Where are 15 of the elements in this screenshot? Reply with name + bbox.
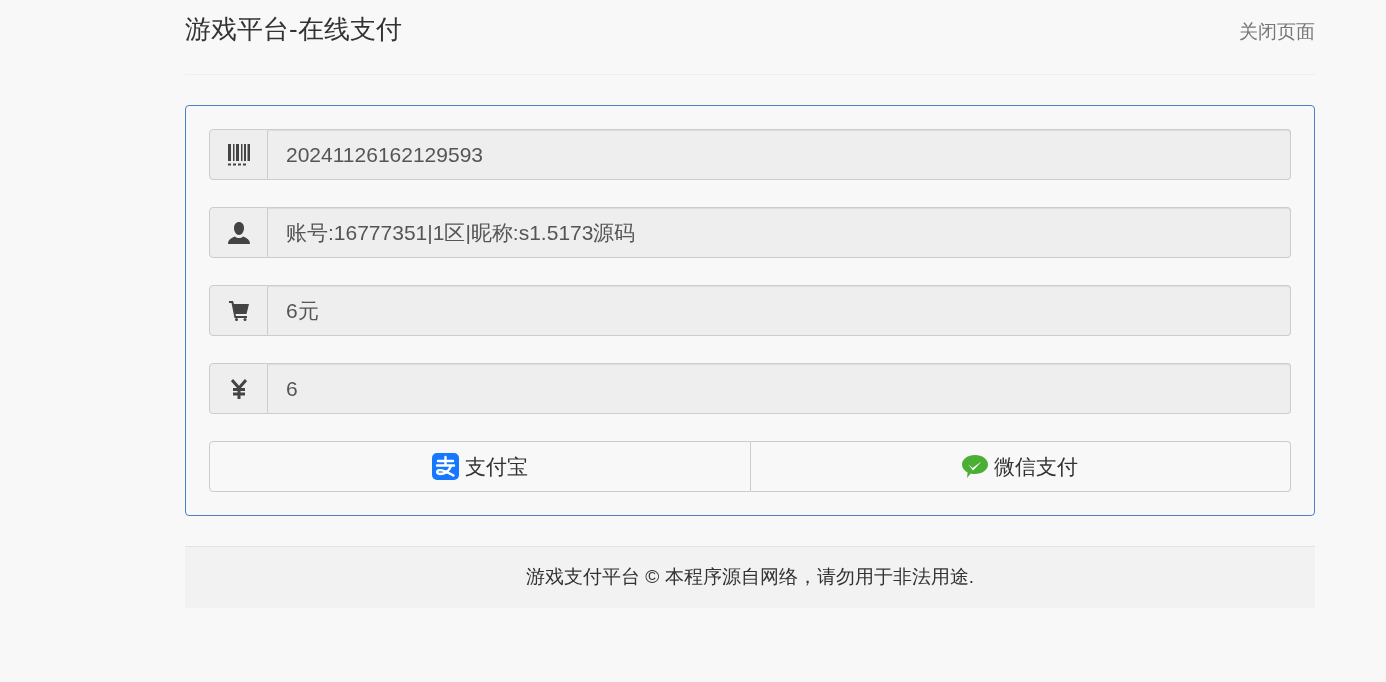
- close-page-link[interactable]: 关闭页面: [1239, 19, 1315, 45]
- alipay-button[interactable]: 支付宝: [209, 441, 751, 492]
- wechat-pay-button[interactable]: 微信支付: [750, 441, 1291, 492]
- user-icon: [227, 221, 250, 244]
- order-number-field: 20241126162129593: [268, 129, 1291, 180]
- product-field: 6元: [268, 285, 1291, 336]
- cart-icon: [228, 300, 249, 321]
- wechat-pay-logo-icon: [962, 455, 989, 478]
- page-title: 游戏平台-在线支付: [185, 13, 402, 46]
- amount-field: 6: [268, 363, 1291, 414]
- alipay-logo-icon: [431, 453, 459, 480]
- account-field: 账号:16777351|1区|昵称:s1.5173源码: [268, 207, 1291, 258]
- footer-text: 游戏支付平台 © 本程序源自网络，请勿用于非法用途.: [526, 565, 974, 590]
- barcode-icon: [227, 143, 250, 166]
- yen-icon: [230, 378, 247, 399]
